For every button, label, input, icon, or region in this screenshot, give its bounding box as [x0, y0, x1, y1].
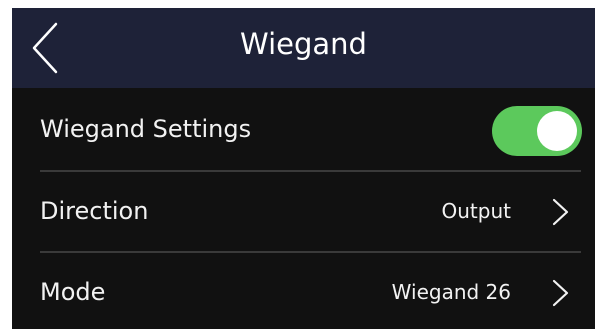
direction-row[interactable]: Direction Output: [12, 171, 595, 251]
toggle-knob: [537, 111, 577, 151]
header-bar: Wiegand: [12, 8, 595, 88]
wiegand-settings-toggle[interactable]: [492, 106, 582, 156]
chevron-right-icon: [552, 279, 569, 307]
mode-row[interactable]: Mode Wiegand 26: [12, 252, 595, 329]
mode-label: Mode: [40, 278, 106, 306]
direction-label: Direction: [40, 197, 149, 225]
wiegand-settings-label: Wiegand Settings: [40, 115, 252, 143]
mode-value: Wiegand 26: [391, 280, 511, 304]
page-title: Wiegand: [240, 27, 367, 61]
wiegand-screen: Wiegand Wiegand Settings Direction Outpu…: [12, 8, 595, 329]
chevron-right-icon: [552, 198, 569, 226]
direction-value: Output: [441, 199, 511, 223]
